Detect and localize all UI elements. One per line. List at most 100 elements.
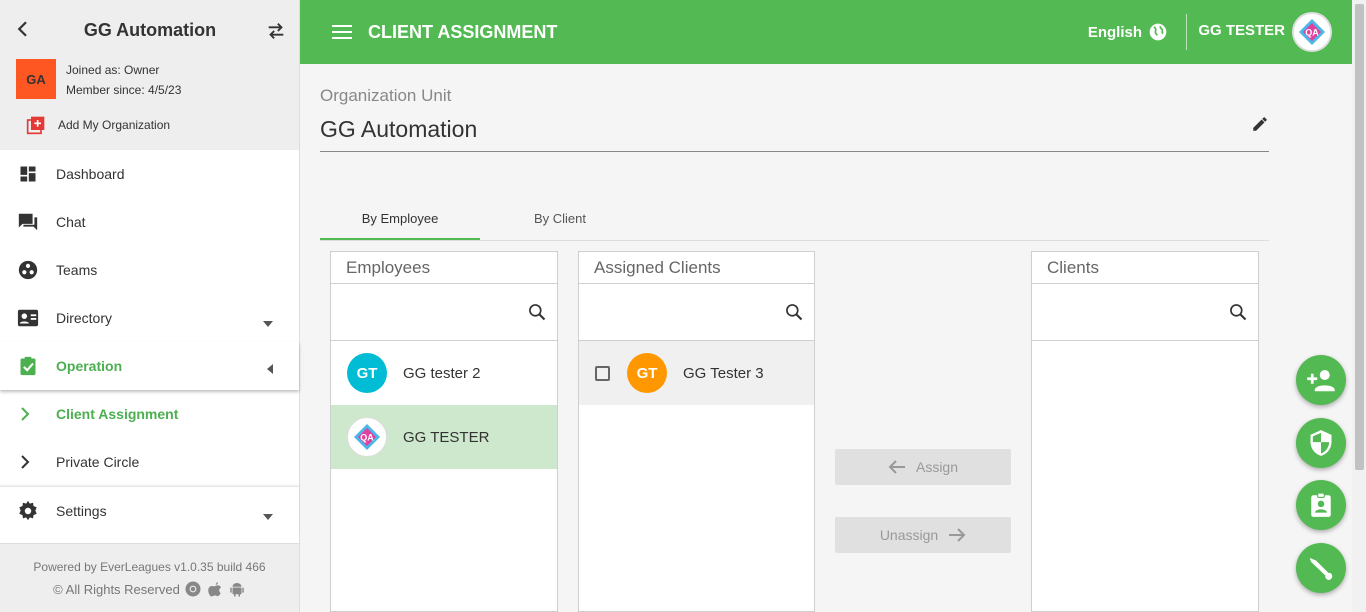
clients-panel: Clients [1031, 251, 1259, 612]
checkbox[interactable] [595, 365, 610, 381]
chevron-right-icon [20, 455, 36, 469]
nav-settings[interactable]: Settings [0, 486, 299, 534]
nav-operation-label: Operation [56, 358, 123, 374]
powered-by: Powered by EverLeagues v1.0.35 build 466 [33, 560, 266, 574]
employee-avatar: QA [347, 417, 387, 457]
shield-icon [1310, 430, 1332, 456]
chevron-left-icon [267, 361, 273, 377]
contact-card-fab[interactable] [1296, 480, 1346, 530]
tab-by-employee[interactable]: By Employee [320, 196, 480, 240]
assigned-clients-search [579, 284, 814, 341]
add-organization-button[interactable]: Add My Organization [26, 115, 170, 135]
org-unit-value: GG Automation [320, 116, 478, 142]
chevron-right-icon [20, 407, 36, 421]
sub-client-assignment[interactable]: Client Assignment [0, 390, 299, 438]
nav-dashboard-label: Dashboard [56, 166, 125, 182]
back-arrow-icon[interactable] [14, 20, 32, 43]
clients-search [1032, 284, 1258, 341]
nav-operation[interactable]: Operation [0, 342, 299, 390]
svg-text:QA: QA [1305, 28, 1319, 38]
qa-logo-icon: QA [1299, 19, 1325, 45]
page-scrollbar[interactable] [1352, 0, 1366, 612]
directory-icon [16, 306, 40, 330]
switch-org-icon[interactable] [265, 20, 287, 47]
assigned-clients-title: Assigned Clients [579, 252, 814, 284]
security-fab[interactable] [1296, 418, 1346, 468]
assign-button[interactable]: Assign [835, 449, 1011, 485]
employees-panel: Employees GT GG tester 2 QA GG TESTER [330, 251, 558, 612]
assigned-clients-panel: Assigned Clients GT GG Tester 3 [578, 251, 815, 612]
tools-fab[interactable] [1296, 543, 1346, 593]
search-icon[interactable] [784, 302, 804, 327]
unassign-button[interactable]: Unassign [835, 517, 1011, 553]
app-bar: CLIENT ASSIGNMENT English GG TESTER QA [300, 0, 1352, 64]
sidebar-footer: Powered by EverLeagues v1.0.35 build 466… [0, 543, 299, 612]
hamburger-menu-icon[interactable] [332, 24, 352, 40]
nav-chat-label: Chat [56, 214, 86, 230]
person-add-icon [1307, 370, 1335, 392]
wrench-icon [1309, 558, 1333, 580]
language-selector[interactable]: English [1088, 22, 1168, 42]
add-box-icon [26, 116, 45, 135]
sub-client-assignment-label: Client Assignment [56, 406, 179, 422]
android-icon [230, 583, 244, 597]
apple-icon [208, 582, 221, 597]
user-name[interactable]: GG TESTER [1198, 22, 1285, 39]
header-divider [1186, 14, 1187, 50]
rights-row: © All Rights Reserved [0, 580, 299, 598]
client-name: GG Tester 3 [683, 364, 764, 382]
nav-directory-label: Directory [56, 310, 113, 326]
rights-text: © All Rights Reserved [53, 581, 180, 597]
nav-dashboard[interactable]: Dashboard [0, 150, 299, 198]
chevron-down-icon [263, 314, 273, 330]
arrow-left-icon [888, 460, 905, 474]
assigned-client-row[interactable]: GT GG Tester 3 [579, 341, 814, 405]
operation-icon [16, 354, 40, 378]
org-title: GG Automation [83, 20, 217, 40]
nav-teams-label: Teams [56, 262, 98, 278]
org-unit-label: Organization Unit [320, 86, 452, 105]
employees-title: Employees [331, 252, 557, 284]
assign-label: Assign [915, 459, 959, 475]
arrow-right-icon [949, 528, 966, 542]
page-title: CLIENT ASSIGNMENT [368, 21, 558, 42]
sub-private-circle-label: Private Circle [56, 454, 140, 470]
employee-avatar: GT [347, 353, 387, 393]
badge-icon [1311, 492, 1331, 517]
qa-logo-icon: QA [354, 424, 380, 450]
nav-chat[interactable]: Chat [0, 198, 299, 246]
add-organization-label: Add My Organization [58, 118, 171, 132]
employee-name: GG tester 2 [403, 364, 481, 382]
tab-bar: By Employee By Client [320, 196, 1269, 241]
employee-name: GG TESTER [403, 428, 490, 446]
sub-private-circle[interactable]: Private Circle [0, 438, 299, 486]
search-icon[interactable] [1228, 302, 1248, 327]
chat-icon [16, 210, 40, 234]
edit-pencil-icon[interactable] [1251, 115, 1269, 138]
client-avatar: GT [627, 353, 667, 393]
user-avatar[interactable]: QA [1292, 12, 1332, 52]
tab-by-client[interactable]: By Client [480, 196, 640, 240]
sidebar: GG Automation GA Joined as: Owner Member… [0, 0, 300, 612]
org-avatar: GA [16, 59, 56, 99]
clients-search-input[interactable] [1032, 284, 1258, 340]
chrome-icon [185, 581, 201, 597]
gear-icon [16, 499, 40, 523]
search-icon[interactable] [527, 302, 547, 327]
globe-icon [1149, 23, 1167, 41]
employee-row[interactable]: GT GG tester 2 [331, 341, 557, 405]
scrollbar-thumb[interactable] [1355, 4, 1364, 470]
nav-settings-label: Settings [56, 502, 107, 519]
nav-directory[interactable]: Directory [0, 294, 299, 342]
language-label: English [1087, 23, 1142, 41]
assigned-clients-search-input[interactable] [579, 284, 814, 340]
svg-text:QA: QA [360, 433, 374, 443]
nav-teams[interactable]: Teams [0, 246, 299, 294]
employees-search [331, 284, 557, 341]
tab-indicator [320, 238, 480, 240]
chevron-down-icon [263, 507, 273, 523]
add-user-fab[interactable] [1296, 355, 1346, 405]
employees-search-input[interactable] [331, 284, 557, 340]
unassign-label: Unassign [879, 527, 939, 543]
employee-row-selected[interactable]: QA GG TESTER [331, 405, 557, 469]
